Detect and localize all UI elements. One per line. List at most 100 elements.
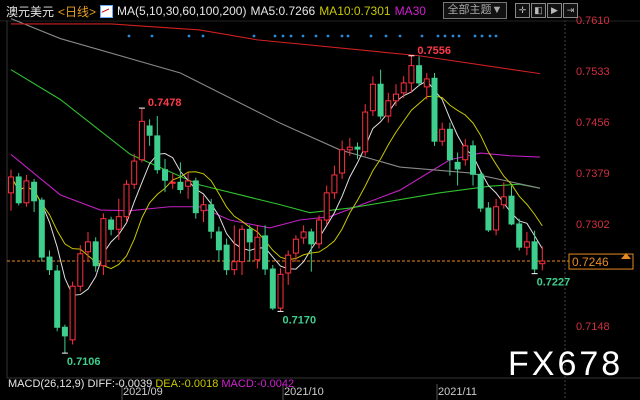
event-marker bbox=[473, 34, 477, 38]
candle-down bbox=[38, 199, 45, 258]
candle-up bbox=[200, 204, 207, 212]
x-tick-label: 2021/10 bbox=[284, 386, 324, 398]
event-marker bbox=[301, 34, 305, 38]
candle-down bbox=[454, 161, 461, 170]
event-marker bbox=[281, 34, 285, 38]
period-label[interactable]: <日线> bbox=[58, 3, 96, 20]
x-tick-label: 2021/11 bbox=[438, 386, 477, 398]
candle-up bbox=[400, 82, 407, 94]
macd-dea: DEA:-0.0018 bbox=[155, 378, 219, 390]
candle-up bbox=[23, 180, 30, 204]
event-marker bbox=[398, 34, 402, 38]
event-marker bbox=[289, 34, 293, 38]
low-annotation: 0.7227 bbox=[537, 277, 571, 289]
y-tick-label: 0.7379 bbox=[576, 168, 610, 180]
candle-up bbox=[423, 78, 430, 88]
candle-up bbox=[493, 206, 500, 231]
event-marker bbox=[369, 34, 373, 38]
watermark: FX678 bbox=[508, 345, 624, 383]
event-marker bbox=[384, 34, 388, 38]
candle-up bbox=[185, 180, 192, 187]
x-tick-label: 2021/09 bbox=[123, 386, 163, 398]
candle-up bbox=[439, 128, 446, 142]
candle-down bbox=[108, 219, 115, 230]
event-marker bbox=[150, 34, 154, 38]
ma-line-ma200 bbox=[11, 23, 541, 75]
candle-down bbox=[477, 173, 484, 209]
event-marker bbox=[340, 34, 344, 38]
event-marker bbox=[273, 34, 277, 38]
candle-up bbox=[462, 145, 469, 161]
candle-down bbox=[246, 228, 253, 243]
y-tick-label: 0.7533 bbox=[576, 66, 610, 78]
ma-line-ma100 bbox=[10, 18, 541, 189]
candle-up bbox=[131, 160, 138, 185]
event-marker bbox=[457, 34, 461, 38]
indicator-chart-icon[interactable] bbox=[100, 4, 114, 18]
event-marker bbox=[480, 34, 484, 38]
event-marker bbox=[346, 34, 350, 38]
low-annotation: 0.7170 bbox=[283, 314, 317, 326]
candle-down bbox=[92, 241, 99, 267]
candle-up bbox=[339, 149, 346, 174]
candle-down bbox=[354, 146, 361, 150]
candle-up bbox=[123, 183, 130, 218]
candlestick-chart: 0.7610 0.7533 0.7456 0.7379 0.7302 0.7148 0.72… bbox=[0, 15, 640, 400]
candle-up bbox=[369, 83, 376, 112]
candle-up bbox=[408, 65, 415, 84]
candle-down bbox=[531, 241, 538, 270]
candle-up bbox=[500, 196, 507, 206]
candle-up bbox=[138, 120, 145, 161]
candle-up bbox=[169, 181, 176, 184]
event-marker bbox=[187, 34, 191, 38]
candle-up bbox=[323, 192, 330, 221]
candle-up bbox=[300, 231, 307, 239]
candle-down bbox=[61, 326, 68, 337]
candle-down bbox=[508, 195, 515, 225]
candle-up bbox=[316, 219, 322, 245]
candle-up bbox=[523, 241, 530, 248]
ma5-value: MA5:0.7266 bbox=[250, 4, 316, 18]
exit-icon[interactable]: ⇥ bbox=[563, 3, 578, 18]
event-marker bbox=[436, 34, 440, 38]
candle-down bbox=[485, 207, 492, 231]
candle-down bbox=[269, 268, 276, 309]
play-icon[interactable]: ▶ bbox=[547, 3, 562, 18]
y-tick-label: 0.7302 bbox=[576, 219, 610, 231]
topic-dropdown[interactable]: 全部主题▼ bbox=[443, 2, 507, 19]
candle-down bbox=[15, 176, 22, 204]
event-marker bbox=[420, 34, 424, 38]
ma-params-label: MA(5,10,30,60,100,200) bbox=[117, 4, 247, 18]
high-annotation: 0.7556 bbox=[417, 45, 451, 57]
candle-down bbox=[177, 181, 184, 191]
y-tick-label: 0.7148 bbox=[576, 321, 610, 333]
candle-down bbox=[146, 125, 153, 136]
candle-up bbox=[8, 176, 14, 194]
event-marker bbox=[494, 34, 498, 38]
candle-up bbox=[346, 146, 353, 151]
grid-icon[interactable]: ✛ bbox=[515, 3, 530, 18]
candle-down bbox=[308, 231, 315, 245]
candle-up bbox=[362, 111, 369, 153]
candle-down bbox=[54, 270, 61, 328]
panel-left-icon[interactable]: ◧ bbox=[531, 3, 546, 18]
candle-down bbox=[208, 204, 215, 232]
candle-up bbox=[254, 236, 261, 261]
event-marker bbox=[201, 34, 205, 38]
high-annotation: 0.7478 bbox=[148, 97, 182, 109]
candle-up bbox=[77, 253, 84, 287]
candle-down bbox=[470, 145, 476, 175]
low-annotation: 0.7106 bbox=[67, 356, 101, 368]
candle-down bbox=[223, 244, 230, 271]
candle-down bbox=[416, 65, 423, 84]
chart-header: 澳元美元 <日线> MA(5,10,30,60,100,200) MA5:0.7… bbox=[6, 3, 426, 19]
candle-up bbox=[277, 273, 284, 309]
candle-down bbox=[431, 77, 438, 142]
candle-up bbox=[231, 261, 238, 271]
ma10-value: MA10:0.7301 bbox=[319, 4, 391, 18]
candle-up bbox=[115, 216, 122, 230]
event-marker bbox=[488, 34, 492, 38]
candle-up bbox=[85, 241, 91, 253]
symbol-label[interactable]: 澳元美元 bbox=[6, 3, 54, 20]
event-marker bbox=[451, 34, 455, 38]
